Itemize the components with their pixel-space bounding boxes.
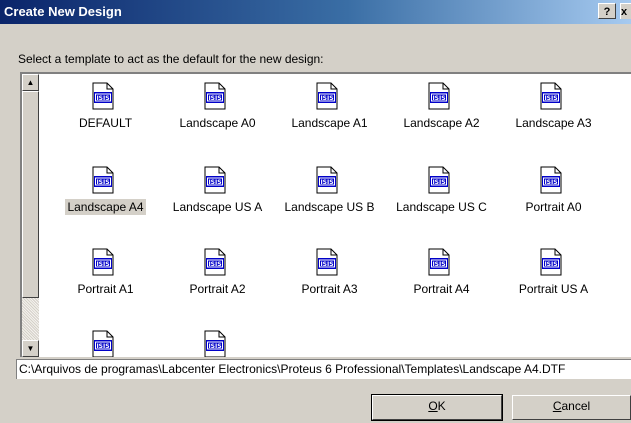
template-file-icon: ISIS — [204, 248, 226, 276]
scroll-down-button[interactable]: ▼ — [22, 340, 39, 357]
template-file-icon: ISIS — [540, 82, 562, 110]
scroll-up-button[interactable]: ▲ — [22, 74, 39, 91]
svg-text:ISIS: ISIS — [432, 179, 445, 186]
template-label-row: Landscape A2 — [386, 116, 497, 130]
template-label: Landscape A0 — [179, 116, 256, 130]
svg-text:ISIS: ISIS — [208, 95, 221, 102]
scroll-thumb[interactable] — [22, 91, 39, 298]
template-file-icon: ISIS — [204, 82, 226, 110]
template-file-icon: ISIS — [204, 166, 226, 194]
template-label-row: Landscape US C — [386, 200, 497, 214]
template-file-icon: ISIS — [316, 248, 338, 276]
svg-text:ISIS: ISIS — [432, 261, 445, 268]
template-file-icon: ISIS — [428, 248, 450, 276]
template-list[interactable]: ▲ ▼ ISIS DEFAULT ISIS Landscape A0 ISIS Lands… — [20, 72, 631, 357]
svg-text:ISIS: ISIS — [544, 95, 557, 102]
ok-label: K — [437, 399, 446, 413]
template-item[interactable]: ISIS Landscape US C — [386, 160, 497, 224]
svg-text:ISIS: ISIS — [320, 179, 333, 186]
template-label-row: Landscape US B — [274, 200, 385, 214]
template-label: Portrait A0 — [525, 200, 582, 214]
template-label: Landscape A2 — [403, 116, 480, 130]
template-label-row: DEFAULT — [50, 116, 161, 130]
close-button[interactable]: x — [620, 3, 631, 19]
template-item[interactable]: ISIS Portrait US A — [498, 242, 609, 306]
svg-text:ISIS: ISIS — [96, 261, 109, 268]
template-file-icon: ISIS — [540, 248, 562, 276]
template-label: Portrait A3 — [301, 282, 358, 296]
template-item[interactable]: ISIS Landscape A0 — [162, 76, 273, 140]
template-item[interactable]: ISIS — [162, 324, 273, 357]
template-label: Landscape A1 — [291, 116, 368, 130]
template-label: DEFAULT — [78, 116, 133, 130]
template-label-row: Landscape A0 — [162, 116, 273, 130]
template-label: Landscape US B — [284, 200, 375, 214]
template-item[interactable]: ISIS Portrait A3 — [274, 242, 385, 306]
template-label: Landscape A4 — [65, 199, 146, 215]
template-file-icon: ISIS — [92, 330, 114, 357]
template-item[interactable]: ISIS Landscape A2 — [386, 76, 497, 140]
template-label-row: Landscape A3 — [498, 116, 609, 130]
svg-text:ISIS: ISIS — [208, 343, 221, 350]
template-item[interactable]: ISIS Portrait A2 — [162, 242, 273, 306]
template-item[interactable]: ISIS Landscape A1 — [274, 76, 385, 140]
template-file-icon: ISIS — [92, 82, 114, 110]
template-file-icon: ISIS — [92, 248, 114, 276]
svg-text:ISIS: ISIS — [320, 95, 333, 102]
template-label: Portrait A2 — [189, 282, 246, 296]
template-label-row: Portrait A3 — [274, 282, 385, 296]
template-item[interactable]: ISIS Portrait A4 — [386, 242, 497, 306]
svg-text:ISIS: ISIS — [96, 95, 109, 102]
cancel-label: ancel — [561, 399, 591, 413]
svg-text:ISIS: ISIS — [208, 179, 221, 186]
svg-text:ISIS: ISIS — [96, 179, 109, 186]
svg-text:ISIS: ISIS — [544, 261, 557, 268]
template-label-row: Portrait A0 — [498, 200, 609, 214]
template-item[interactable]: ISIS Landscape A4 — [50, 160, 161, 224]
template-label: Portrait A4 — [413, 282, 470, 296]
title-bar[interactable]: Create New Design ? x — [0, 0, 631, 24]
template-label: Landscape A3 — [515, 116, 592, 130]
svg-text:ISIS: ISIS — [96, 343, 109, 350]
vertical-scrollbar[interactable]: ▲ ▼ — [22, 74, 39, 357]
template-item[interactable]: ISIS Landscape US A — [162, 160, 273, 224]
svg-text:ISIS: ISIS — [208, 261, 221, 268]
template-file-icon: ISIS — [316, 82, 338, 110]
template-file-icon: ISIS — [92, 166, 114, 194]
ok-button[interactable]: OK — [371, 394, 503, 421]
template-path-field: C:\Arquivos de programas\Labcenter Elect… — [16, 359, 631, 379]
template-file-icon: ISIS — [540, 166, 562, 194]
template-label-row: Landscape A1 — [274, 116, 385, 130]
template-grid: ISIS DEFAULT ISIS Landscape A0 ISIS Landscape… — [42, 74, 631, 357]
window-title: Create New Design — [4, 4, 122, 19]
template-item[interactable]: ISIS DEFAULT — [50, 76, 161, 140]
template-label-row: Landscape US A — [162, 200, 273, 214]
prompt-text: Select a template to act as the default … — [18, 52, 324, 66]
template-label: Portrait US A — [518, 282, 589, 296]
template-item[interactable]: ISIS Landscape A3 — [498, 76, 609, 140]
template-item[interactable]: ISIS Landscape US B — [274, 160, 385, 224]
template-label: Portrait A1 — [77, 282, 134, 296]
template-label: Landscape US A — [172, 200, 263, 214]
template-file-icon: ISIS — [204, 330, 226, 357]
template-file-icon: ISIS — [316, 166, 338, 194]
template-label-row: Portrait A2 — [162, 282, 273, 296]
cancel-button[interactable]: Cancel — [512, 395, 631, 420]
ok-accelerator: O — [428, 399, 438, 413]
svg-text:ISIS: ISIS — [544, 179, 557, 186]
help-button[interactable]: ? — [598, 3, 616, 19]
template-label-row: Portrait A4 — [386, 282, 497, 296]
svg-text:ISIS: ISIS — [432, 95, 445, 102]
template-label-row: Portrait A1 — [50, 282, 161, 296]
template-item[interactable]: ISIS Portrait A1 — [50, 242, 161, 306]
template-item[interactable]: ISIS Portrait A0 — [498, 160, 609, 224]
template-file-icon: ISIS — [428, 82, 450, 110]
template-label: Landscape US C — [396, 200, 487, 214]
template-file-icon: ISIS — [428, 166, 450, 194]
template-label-row: Portrait US A — [498, 282, 609, 296]
template-label-row: Landscape A4 — [50, 199, 161, 215]
svg-text:ISIS: ISIS — [320, 261, 333, 268]
template-item[interactable]: ISIS — [50, 324, 161, 357]
